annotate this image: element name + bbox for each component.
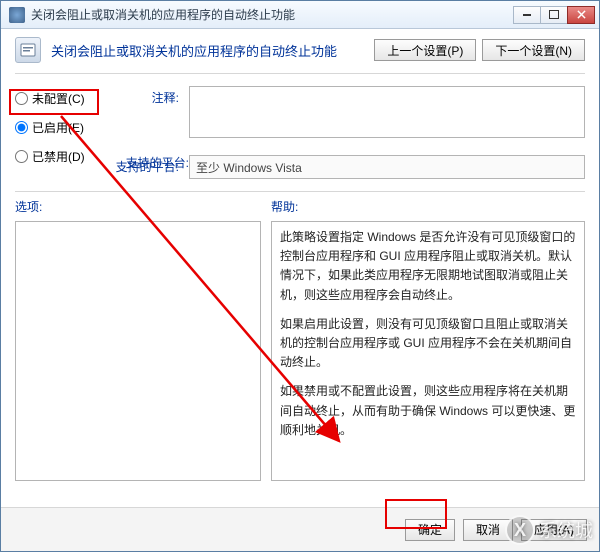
radio-enabled-input[interactable] [15,121,28,134]
radio-not-configured-label: 未配置(C) [32,90,85,107]
window-title: 关闭会阻止或取消关机的应用程序的自动终止功能 [31,6,514,23]
policy-title: 关闭会阻止或取消关机的应用程序的自动终止功能 [51,41,337,60]
comment-label: 注释: [115,89,179,106]
help-panel[interactable]: 此策略设置指定 Windows 是否允许没有可见顶级窗口的控制台应用程序和 GU… [271,221,585,481]
platform-field: 至少 Windows Vista [189,155,585,179]
titlebar: 关闭会阻止或取消关机的应用程序的自动终止功能 [1,1,599,29]
radio-not-configured[interactable]: 未配置(C) [15,90,105,107]
radio-not-configured-input[interactable] [15,92,28,105]
divider [15,73,585,74]
options-label: 选项: [15,198,261,215]
app-icon [9,7,25,23]
next-setting-button[interactable]: 下一个设置(N) [482,39,585,61]
close-button[interactable] [567,6,595,24]
ok-button[interactable]: 确定 [405,519,455,541]
radio-enabled[interactable]: 已启用(E) [15,119,105,136]
minimize-button[interactable] [513,6,541,24]
content-area: 关闭会阻止或取消关机的应用程序的自动终止功能 上一个设置(P) 下一个设置(N)… [1,29,599,489]
help-paragraph: 如果禁用或不配置此设置，则这些应用程序将在关机期间自动终止，从而有助于确保 Wi… [280,382,576,440]
header-row: 关闭会阻止或取消关机的应用程序的自动终止功能 上一个设置(P) 下一个设置(N) [15,37,585,63]
comment-textarea[interactable] [189,86,585,138]
policy-icon [15,37,41,63]
watermark-text: 系统城 [539,517,593,543]
help-paragraph: 此策略设置指定 Windows 是否允许没有可见顶级窗口的控制台应用程序和 GU… [280,228,576,305]
divider2 [15,191,585,192]
dialog-window: 关闭会阻止或取消关机的应用程序的自动终止功能 关闭会阻止或取消关机的应用程序的自… [0,0,600,552]
prev-setting-button[interactable]: 上一个设置(P) [374,39,476,61]
window-controls [514,6,595,24]
help-label: 帮助: [271,198,585,215]
watermark-icon: X [505,515,535,545]
options-panel [15,221,261,481]
watermark: X 系统城 [505,515,593,545]
radio-enabled-label: 已启用(E) [32,119,84,136]
maximize-button[interactable] [540,6,568,24]
help-paragraph: 如果启用此设置，则没有可见顶级窗口且阻止或取消关机的控制台应用程序或 GUI 应… [280,315,576,373]
platform-label2: 支持的平台: [115,155,179,179]
